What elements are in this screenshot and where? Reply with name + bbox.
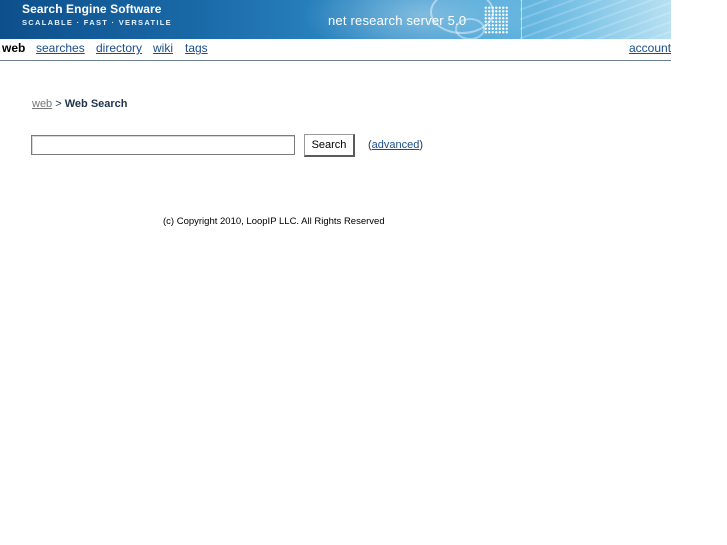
search-input[interactable] [31, 135, 295, 155]
dot-grid-icon [484, 6, 508, 34]
copyright-text: (c) Copyright 2010, LoopIP LLC. All Righ… [163, 216, 385, 227]
advanced-close-paren: ) [419, 139, 424, 151]
banner-divider [521, 0, 522, 39]
top-nav: web searches directory wiki tags account [0, 39, 671, 61]
nav-item-tags[interactable]: tags [185, 41, 208, 55]
breadcrumb-separator: > [55, 98, 62, 110]
search-button[interactable]: Search [304, 134, 355, 157]
breadcrumb-web-link[interactable]: web [32, 98, 52, 110]
banner-title: Search Engine Software [22, 2, 162, 16]
nav-item-searches[interactable]: searches [36, 41, 85, 55]
product-name: net research server 5.0 [328, 13, 467, 28]
page-title: Web Search [64, 98, 128, 110]
nav-item-account[interactable]: account [629, 41, 671, 55]
nav-item-directory[interactable]: directory [96, 41, 142, 55]
nav-item-wiki[interactable]: wiki [153, 41, 173, 55]
header-banner: Search Engine Software SCALABLE · FAST ·… [0, 0, 671, 39]
breadcrumb: web > Web Search [32, 98, 128, 110]
nav-item-web[interactable]: web [2, 41, 25, 55]
advanced-search-link[interactable]: advanced [372, 139, 420, 151]
banner-pattern [520, 0, 671, 39]
banner-tagline: SCALABLE · FAST · VERSATILE [22, 18, 172, 27]
advanced-search: (advanced) [368, 139, 423, 151]
